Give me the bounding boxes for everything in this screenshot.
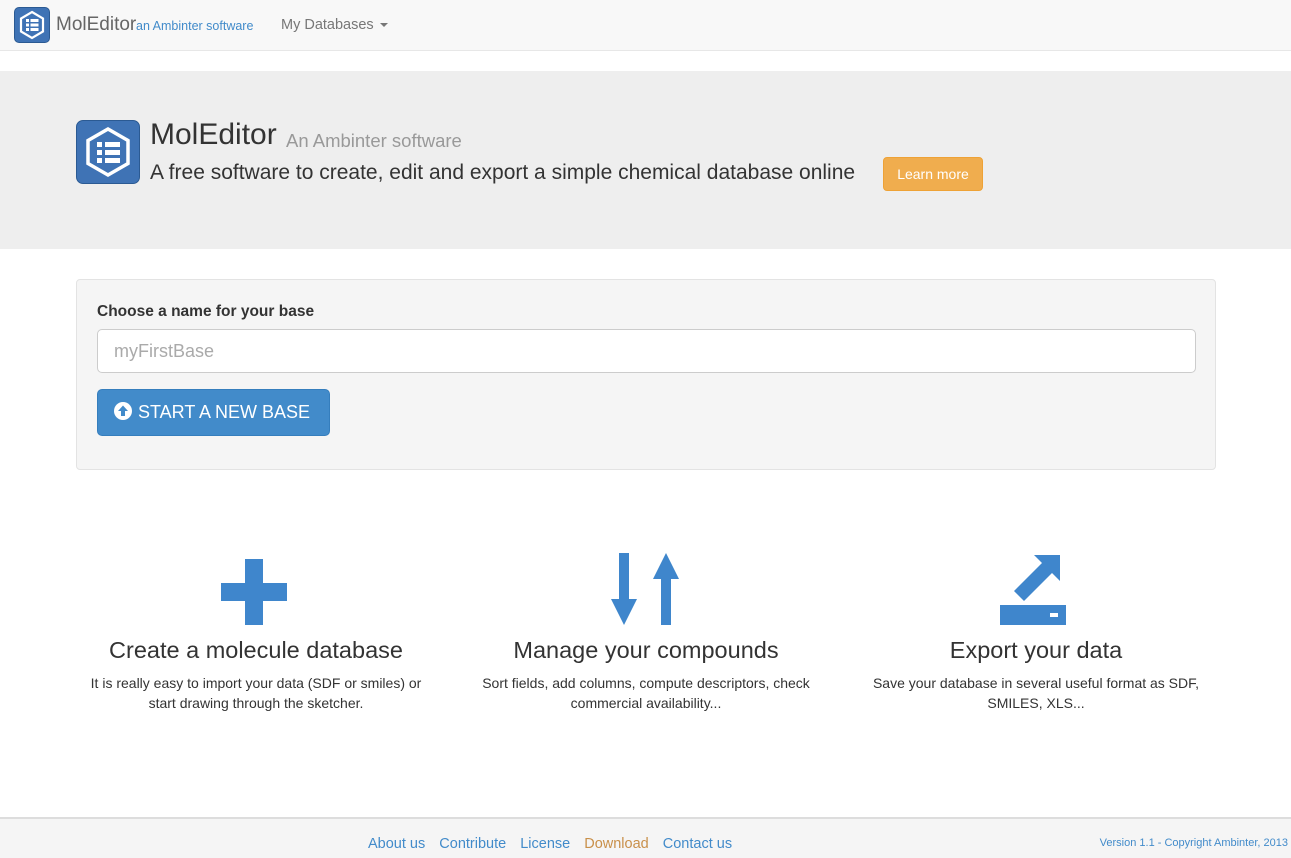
feature-title: Create a molecule database [109,637,403,663]
feature-text: It is really easy to import your data (S… [90,675,422,711]
sort-arrows-icon [611,553,679,625]
footer: About us Contribute License Download Con… [0,817,1291,858]
hero-tagline: A free software to create, edit and expo… [150,161,856,184]
start-new-base-button[interactable]: START A NEW BASE [97,389,330,436]
brand-sub-link[interactable]: an Ambinter software [136,18,253,34]
learn-more-button[interactable]: Learn more [883,157,983,191]
footer-links: About us Contribute License Download Con… [368,835,742,853]
feature-text: Save your database in several useful for… [872,675,1200,711]
my-databases-dropdown[interactable]: My Databases [281,16,388,34]
hero-title: MolEditor [150,118,277,151]
caret-down-icon [379,23,388,28]
base-name-label: Choose a name for your base [97,303,315,320]
feature-title: Export your data [949,637,1123,663]
base-name-input[interactable] [97,329,1196,373]
hero-subtitle: An Ambinter software [286,130,462,151]
footer-link-contribute[interactable]: Contribute [439,836,506,852]
brand-name[interactable]: MolEditor [56,13,136,37]
footer-link-about-us[interactable]: About us [368,836,425,852]
feature-title: Manage your compounds [513,637,779,663]
moleditor-logo-icon[interactable] [14,7,50,43]
footer-link-license[interactable]: License [520,836,570,852]
copyright-text: Version 1.1 - Copyright Ambinter, 2013 [1099,837,1288,849]
start-new-base-label: START A NEW BASE [138,402,311,422]
footer-link-download[interactable]: Download [584,836,649,852]
circle-arrow-up-icon [114,402,132,420]
my-databases-label: My Databases [281,17,374,33]
feature-text: Sort fields, add columns, compute descri… [482,675,810,711]
moleditor-hero-logo-icon [76,120,140,184]
plus-icon [221,559,287,625]
new-base-form: Choose a name for your base START A NEW … [76,279,1216,470]
footer-link-contact-us[interactable]: Contact us [663,836,732,852]
export-icon [1000,555,1066,625]
hero-banner: MolEditor An Ambinter software A free so… [0,71,1291,249]
navbar: MolEditor an Ambinter software My Databa… [0,0,1291,51]
